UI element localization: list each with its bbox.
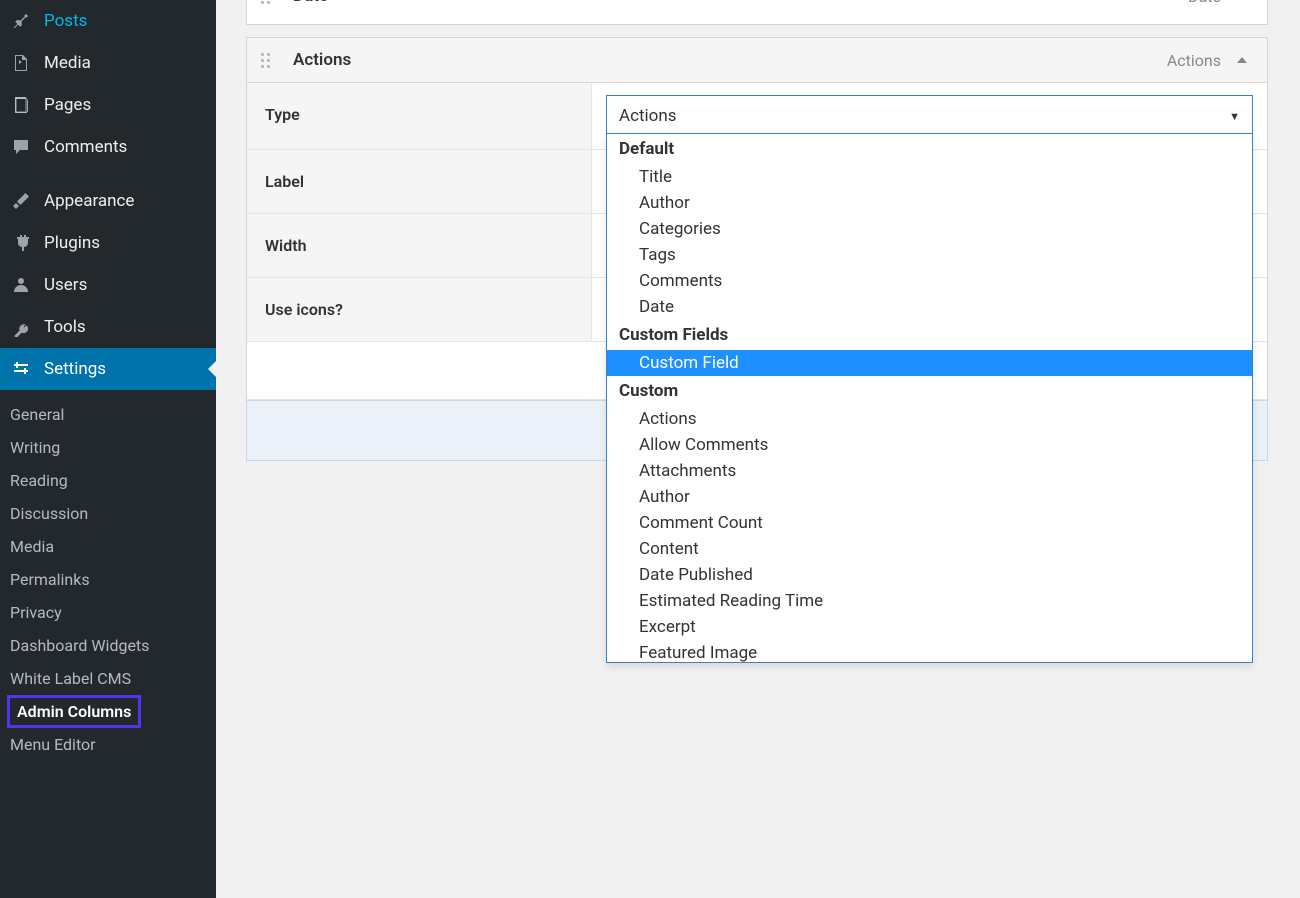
sidebar-item-appearance[interactable]: Appearance — [0, 180, 216, 222]
dropdown-option-date-published[interactable]: Date Published — [607, 562, 1252, 588]
sidebar-item-label: Tools — [44, 317, 86, 337]
setting-row-type: Type Actions ▼ Default Title Author Cate… — [247, 83, 1267, 150]
type-select[interactable]: Actions ▼ — [606, 95, 1253, 137]
dropdown-option-comment-count[interactable]: Comment Count — [607, 510, 1252, 536]
submenu-item-general[interactable]: General — [0, 398, 216, 431]
dropdown-option-tags[interactable]: Tags — [607, 242, 1252, 268]
setting-label: Use icons? — [247, 278, 592, 341]
sidebar-item-posts[interactable]: Posts — [0, 0, 216, 42]
comment-icon — [10, 136, 32, 158]
wrench-icon — [10, 316, 32, 338]
dropdown-group-default: Default — [607, 134, 1252, 164]
settings-submenu: General Writing Reading Discussion Media… — [0, 390, 216, 769]
dropdown-option-author-custom[interactable]: Author — [607, 484, 1252, 510]
admin-sidebar: Posts Media Pages Comments Appearance Pl… — [0, 0, 216, 898]
dropdown-option-custom-field[interactable]: Custom Field — [607, 350, 1252, 376]
sidebar-item-label: Users — [44, 275, 87, 295]
column-row-date[interactable]: Date Date — [246, 0, 1268, 25]
dropdown-option-categories[interactable]: Categories — [607, 216, 1252, 242]
dropdown-option-featured-image[interactable]: Featured Image — [607, 640, 1252, 663]
sidebar-item-comments[interactable]: Comments — [0, 126, 216, 168]
setting-label: Width — [247, 214, 592, 277]
dropdown-option-actions[interactable]: Actions — [607, 406, 1252, 432]
submenu-item-privacy[interactable]: Privacy — [0, 596, 216, 629]
type-dropdown[interactable]: Default Title Author Categories Tags Com… — [606, 133, 1253, 663]
dropdown-group-custom-fields: Custom Fields — [607, 320, 1252, 350]
setting-label-empty — [247, 342, 592, 399]
type-select-value: Actions — [619, 106, 677, 126]
pin-icon — [10, 10, 32, 32]
sidebar-item-settings[interactable]: Settings — [0, 348, 216, 390]
media-icon — [10, 52, 32, 74]
submenu-item-writing[interactable]: Writing — [0, 431, 216, 464]
submenu-item-media[interactable]: Media — [0, 530, 216, 563]
dropdown-option-excerpt[interactable]: Excerpt — [607, 614, 1252, 640]
plug-icon — [10, 232, 32, 254]
dropdown-option-date[interactable]: Date — [607, 294, 1252, 320]
dropdown-option-author[interactable]: Author — [607, 190, 1252, 216]
sidebar-item-label: Settings — [44, 359, 106, 379]
submenu-item-white-label-cms[interactable]: White Label CMS — [0, 662, 216, 695]
drag-handle-icon[interactable] — [261, 0, 275, 4]
dropdown-option-content[interactable]: Content — [607, 536, 1252, 562]
submenu-item-menu-editor[interactable]: Menu Editor — [0, 728, 216, 761]
brush-icon — [10, 190, 32, 212]
user-icon — [10, 274, 32, 296]
sidebar-item-label: Pages — [44, 95, 91, 115]
submenu-item-dashboard-widgets[interactable]: Dashboard Widgets — [0, 629, 216, 662]
dropdown-option-attachments[interactable]: Attachments — [607, 458, 1252, 484]
column-title: Date — [293, 0, 1188, 6]
dropdown-option-allow-comments[interactable]: Allow Comments — [607, 432, 1252, 458]
sidebar-item-plugins[interactable]: Plugins — [0, 222, 216, 264]
sidebar-item-label: Appearance — [44, 191, 134, 211]
sidebar-item-media[interactable]: Media — [0, 42, 216, 84]
column-settings-panel: Type Actions ▼ Default Title Author Cate… — [246, 82, 1268, 401]
main-content: Date Date Actions Actions Type Actions — [216, 0, 1300, 461]
sidebar-item-tools[interactable]: Tools — [0, 306, 216, 348]
sidebar-item-users[interactable]: Users — [0, 264, 216, 306]
dropdown-group-custom: Custom — [607, 376, 1252, 406]
dropdown-option-estimated-reading-time[interactable]: Estimated Reading Time — [607, 588, 1252, 614]
column-row-actions[interactable]: Actions Actions — [246, 37, 1268, 83]
column-badge: Actions — [1167, 51, 1221, 70]
sliders-icon — [10, 358, 32, 380]
sidebar-item-label: Posts — [44, 11, 87, 31]
dropdown-option-title[interactable]: Title — [607, 164, 1252, 190]
sidebar-item-pages[interactable]: Pages — [0, 84, 216, 126]
setting-label: Label — [247, 150, 592, 213]
submenu-item-discussion[interactable]: Discussion — [0, 497, 216, 530]
chevron-up-icon — [1237, 57, 1247, 63]
sidebar-item-label: Plugins — [44, 233, 100, 253]
page-icon — [10, 94, 32, 116]
drag-handle-icon[interactable] — [261, 53, 275, 68]
column-badge: Date — [1188, 0, 1221, 6]
column-title: Actions — [293, 50, 1167, 70]
setting-control-type: Actions ▼ Default Title Author Categorie… — [592, 83, 1267, 149]
submenu-item-admin-columns[interactable]: Admin Columns — [7, 695, 141, 728]
submenu-item-reading[interactable]: Reading — [0, 464, 216, 497]
submenu-item-permalinks[interactable]: Permalinks — [0, 563, 216, 596]
setting-label: Type — [247, 83, 592, 149]
dropdown-option-comments[interactable]: Comments — [607, 268, 1252, 294]
sidebar-item-label: Comments — [44, 137, 127, 157]
sidebar-item-label: Media — [44, 53, 91, 73]
dropdown-arrow-icon: ▼ — [1229, 110, 1240, 123]
